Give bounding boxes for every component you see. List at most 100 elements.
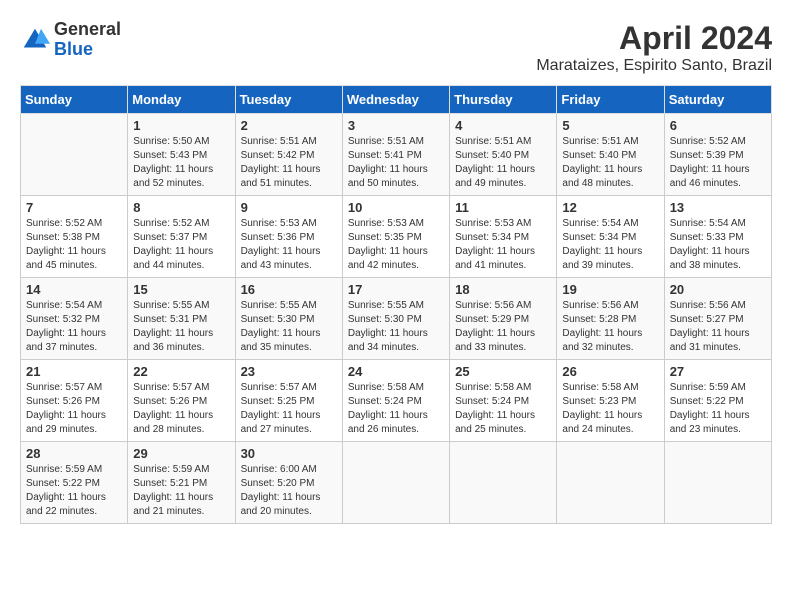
header-cell-thursday: Thursday bbox=[450, 86, 557, 114]
day-number: 6 bbox=[670, 118, 766, 133]
day-info: Sunrise: 5:55 AM Sunset: 5:31 PM Dayligh… bbox=[133, 299, 229, 355]
day-info: Sunrise: 5:58 AM Sunset: 5:23 PM Dayligh… bbox=[562, 381, 658, 437]
day-number: 22 bbox=[133, 364, 229, 379]
day-cell: 6 Sunrise: 5:52 AM Sunset: 5:39 PM Daylig… bbox=[664, 114, 771, 196]
day-number: 1 bbox=[133, 118, 229, 133]
day-info: Sunrise: 5:54 AM Sunset: 5:33 PM Dayligh… bbox=[670, 217, 766, 273]
day-info: Sunrise: 5:59 AM Sunset: 5:22 PM Dayligh… bbox=[26, 463, 122, 519]
day-info: Sunrise: 5:59 AM Sunset: 5:22 PM Dayligh… bbox=[670, 381, 766, 437]
day-cell: 17Sunrise: 5:55 AM Sunset: 5:30 PM Dayli… bbox=[342, 278, 449, 360]
day-info: Sunrise: 5:50 AM Sunset: 5:43 PM Dayligh… bbox=[133, 135, 229, 191]
day-info: Sunrise: 5:57 AM Sunset: 5:26 PM Dayligh… bbox=[26, 381, 122, 437]
calendar-title: April 2024 bbox=[536, 20, 772, 57]
calendar-table: SundayMondayTuesdayWednesdayThursdayFrid… bbox=[20, 85, 772, 524]
day-number: 19 bbox=[562, 282, 658, 297]
week-row-5: 28 Sunrise: 5:59 AM Sunset: 5:22 PM Dayli… bbox=[21, 442, 772, 524]
day-info: Sunrise: 6:00 AM Sunset: 5:20 PM Dayligh… bbox=[241, 463, 337, 519]
header-row: SundayMondayTuesdayWednesdayThursdayFrid… bbox=[21, 86, 772, 114]
day-info: Sunrise: 5:51 AM Sunset: 5:42 PM Dayligh… bbox=[241, 135, 337, 191]
day-cell bbox=[450, 442, 557, 524]
day-info: Sunrise: 5:54 AM Sunset: 5:32 PM Dayligh… bbox=[26, 299, 122, 355]
week-row-2: 7Sunrise: 5:52 AM Sunset: 5:38 PM Daylig… bbox=[21, 196, 772, 278]
day-number: 12 bbox=[562, 200, 658, 215]
logo: General Blue bbox=[20, 20, 121, 60]
day-number: 10 bbox=[348, 200, 444, 215]
day-cell: 16Sunrise: 5:55 AM Sunset: 5:30 PM Dayli… bbox=[235, 278, 342, 360]
day-cell: 7Sunrise: 5:52 AM Sunset: 5:38 PM Daylig… bbox=[21, 196, 128, 278]
day-number: 8 bbox=[133, 200, 229, 215]
day-cell: 5Sunrise: 5:51 AM Sunset: 5:40 PM Daylig… bbox=[557, 114, 664, 196]
day-cell bbox=[21, 114, 128, 196]
day-info: Sunrise: 5:56 AM Sunset: 5:27 PM Dayligh… bbox=[670, 299, 766, 355]
week-row-4: 21Sunrise: 5:57 AM Sunset: 5:26 PM Dayli… bbox=[21, 360, 772, 442]
day-number: 26 bbox=[562, 364, 658, 379]
day-number: 7 bbox=[26, 200, 122, 215]
day-number: 13 bbox=[670, 200, 766, 215]
day-cell: 18 Sunrise: 5:56 AM Sunset: 5:29 PM Dayli… bbox=[450, 278, 557, 360]
day-info: Sunrise: 5:52 AM Sunset: 5:39 PM Dayligh… bbox=[670, 135, 766, 191]
day-info: Sunrise: 5:56 AM Sunset: 5:28 PM Dayligh… bbox=[562, 299, 658, 355]
day-cell bbox=[342, 442, 449, 524]
day-cell: 30Sunrise: 6:00 AM Sunset: 5:20 PM Dayli… bbox=[235, 442, 342, 524]
day-cell: 8 Sunrise: 5:52 AM Sunset: 5:37 PM Daylig… bbox=[128, 196, 235, 278]
day-info: Sunrise: 5:51 AM Sunset: 5:40 PM Dayligh… bbox=[455, 135, 551, 191]
day-number: 20 bbox=[670, 282, 766, 297]
day-number: 11 bbox=[455, 200, 551, 215]
day-number: 16 bbox=[241, 282, 337, 297]
day-info: Sunrise: 5:59 AM Sunset: 5:21 PM Dayligh… bbox=[133, 463, 229, 519]
day-info: Sunrise: 5:53 AM Sunset: 5:35 PM Dayligh… bbox=[348, 217, 444, 273]
title-area: April 2024 Marataizes, Espirito Santo, B… bbox=[536, 20, 772, 75]
header-cell-wednesday: Wednesday bbox=[342, 86, 449, 114]
day-number: 25 bbox=[455, 364, 551, 379]
day-cell: 25 Sunrise: 5:58 AM Sunset: 5:24 PM Dayli… bbox=[450, 360, 557, 442]
week-row-3: 14 Sunrise: 5:54 AM Sunset: 5:32 PM Dayli… bbox=[21, 278, 772, 360]
calendar-subtitle: Marataizes, Espirito Santo, Brazil bbox=[536, 57, 772, 75]
day-number: 28 bbox=[26, 446, 122, 461]
day-info: Sunrise: 5:53 AM Sunset: 5:36 PM Dayligh… bbox=[241, 217, 337, 273]
day-cell: 22 Sunrise: 5:57 AM Sunset: 5:26 PM Dayli… bbox=[128, 360, 235, 442]
day-info: Sunrise: 5:56 AM Sunset: 5:29 PM Dayligh… bbox=[455, 299, 551, 355]
day-cell: 21Sunrise: 5:57 AM Sunset: 5:26 PM Dayli… bbox=[21, 360, 128, 442]
day-cell: 19 Sunrise: 5:56 AM Sunset: 5:28 PM Dayli… bbox=[557, 278, 664, 360]
day-number: 4 bbox=[455, 118, 551, 133]
header-cell-saturday: Saturday bbox=[664, 86, 771, 114]
day-cell: 14 Sunrise: 5:54 AM Sunset: 5:32 PM Dayli… bbox=[21, 278, 128, 360]
header-cell-friday: Friday bbox=[557, 86, 664, 114]
day-number: 3 bbox=[348, 118, 444, 133]
day-number: 14 bbox=[26, 282, 122, 297]
day-cell: 29Sunrise: 5:59 AM Sunset: 5:21 PM Dayli… bbox=[128, 442, 235, 524]
day-number: 9 bbox=[241, 200, 337, 215]
day-cell: 28 Sunrise: 5:59 AM Sunset: 5:22 PM Dayli… bbox=[21, 442, 128, 524]
day-number: 18 bbox=[455, 282, 551, 297]
day-cell: 15Sunrise: 5:55 AM Sunset: 5:31 PM Dayli… bbox=[128, 278, 235, 360]
day-info: Sunrise: 5:53 AM Sunset: 5:34 PM Dayligh… bbox=[455, 217, 551, 273]
calendar-body: 1 Sunrise: 5:50 AM Sunset: 5:43 PM Daylig… bbox=[21, 114, 772, 524]
day-info: Sunrise: 5:57 AM Sunset: 5:26 PM Dayligh… bbox=[133, 381, 229, 437]
week-row-1: 1 Sunrise: 5:50 AM Sunset: 5:43 PM Daylig… bbox=[21, 114, 772, 196]
logo-general-text: General bbox=[54, 20, 121, 40]
logo-icon bbox=[20, 25, 50, 55]
day-cell: 4 Sunrise: 5:51 AM Sunset: 5:40 PM Daylig… bbox=[450, 114, 557, 196]
day-cell: 20 Sunrise: 5:56 AM Sunset: 5:27 PM Dayli… bbox=[664, 278, 771, 360]
day-cell: 23Sunrise: 5:57 AM Sunset: 5:25 PM Dayli… bbox=[235, 360, 342, 442]
day-cell: 13 Sunrise: 5:54 AM Sunset: 5:33 PM Dayli… bbox=[664, 196, 771, 278]
day-cell: 26 Sunrise: 5:58 AM Sunset: 5:23 PM Dayli… bbox=[557, 360, 664, 442]
day-info: Sunrise: 5:58 AM Sunset: 5:24 PM Dayligh… bbox=[455, 381, 551, 437]
day-info: Sunrise: 5:52 AM Sunset: 5:37 PM Dayligh… bbox=[133, 217, 229, 273]
day-cell: 11 Sunrise: 5:53 AM Sunset: 5:34 PM Dayli… bbox=[450, 196, 557, 278]
day-cell: 24Sunrise: 5:58 AM Sunset: 5:24 PM Dayli… bbox=[342, 360, 449, 442]
day-cell: 3 Sunrise: 5:51 AM Sunset: 5:41 PM Daylig… bbox=[342, 114, 449, 196]
day-info: Sunrise: 5:51 AM Sunset: 5:41 PM Dayligh… bbox=[348, 135, 444, 191]
header-cell-tuesday: Tuesday bbox=[235, 86, 342, 114]
day-number: 24 bbox=[348, 364, 444, 379]
header-cell-monday: Monday bbox=[128, 86, 235, 114]
day-cell: 10 Sunrise: 5:53 AM Sunset: 5:35 PM Dayli… bbox=[342, 196, 449, 278]
day-info: Sunrise: 5:51 AM Sunset: 5:40 PM Dayligh… bbox=[562, 135, 658, 191]
day-info: Sunrise: 5:57 AM Sunset: 5:25 PM Dayligh… bbox=[241, 381, 337, 437]
day-cell: 2Sunrise: 5:51 AM Sunset: 5:42 PM Daylig… bbox=[235, 114, 342, 196]
day-cell bbox=[664, 442, 771, 524]
day-info: Sunrise: 5:54 AM Sunset: 5:34 PM Dayligh… bbox=[562, 217, 658, 273]
day-cell: 1 Sunrise: 5:50 AM Sunset: 5:43 PM Daylig… bbox=[128, 114, 235, 196]
day-info: Sunrise: 5:55 AM Sunset: 5:30 PM Dayligh… bbox=[348, 299, 444, 355]
header: General Blue April 2024 Marataizes, Espi… bbox=[20, 20, 772, 75]
